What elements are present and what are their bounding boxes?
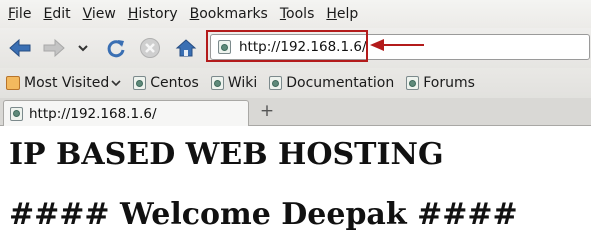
menu-history[interactable]: History [124, 6, 182, 22]
back-arrow-icon [9, 38, 31, 58]
page-icon [210, 76, 224, 90]
menu-tools[interactable]: Tools [276, 6, 319, 22]
page-heading-title: IP BASED WEB HOSTING [9, 137, 444, 172]
url-annotation-box [206, 30, 368, 62]
bookmarks-toolbar: Most Visited Centos Wiki Documentation F… [0, 68, 591, 98]
stop-icon [140, 38, 160, 58]
tab-active[interactable]: http://192.168.1.6/ [3, 100, 249, 126]
menu-edit[interactable]: Edit [39, 6, 74, 22]
menu-bookmarks[interactable]: Bookmarks [186, 6, 272, 22]
bookmark-label: Centos [150, 75, 199, 91]
bookmark-label: Forums [423, 75, 475, 91]
tab-strip: http://192.168.1.6/ + [0, 98, 591, 126]
bookmark-centos[interactable]: Centos [133, 75, 199, 91]
bookmark-most-visited[interactable]: Most Visited [6, 75, 121, 91]
chevron-down-icon [111, 80, 121, 87]
page-icon [406, 76, 420, 90]
home-icon [175, 39, 197, 57]
menu-view[interactable]: View [79, 6, 120, 22]
stop-button[interactable] [136, 34, 164, 62]
bookmark-documentation[interactable]: Documentation [269, 75, 394, 91]
page-icon [10, 106, 23, 121]
tab-label: http://192.168.1.6/ [29, 105, 157, 122]
home-button[interactable] [172, 34, 200, 62]
menu-file[interactable]: File [4, 6, 35, 22]
bookmark-forums[interactable]: Forums [406, 75, 475, 91]
bookmark-label: Most Visited [24, 75, 110, 91]
history-dropdown-button[interactable] [72, 34, 94, 62]
page-icon [269, 76, 283, 90]
chevron-down-icon [78, 45, 88, 52]
forward-button[interactable] [40, 34, 68, 62]
reload-button[interactable] [102, 34, 130, 62]
forward-arrow-icon [43, 38, 65, 58]
annotation-arrow-icon [370, 39, 424, 51]
back-button[interactable] [6, 34, 34, 62]
folder-icon [6, 76, 20, 90]
new-tab-button[interactable]: + [258, 101, 276, 121]
menu-bar: File Edit View History Bookmarks Tools H… [0, 0, 591, 28]
bookmark-label: Documentation [286, 75, 395, 91]
page-icon [133, 76, 147, 90]
page-heading-welcome: #### Welcome Deepak #### [9, 197, 518, 232]
menu-help[interactable]: Help [322, 6, 362, 22]
page-content: IP BASED WEB HOSTING #### Welcome Deepak… [0, 127, 591, 246]
reload-icon [107, 40, 125, 58]
bookmark-label: Wiki [227, 75, 258, 91]
bookmark-wiki[interactable]: Wiki [210, 75, 258, 91]
